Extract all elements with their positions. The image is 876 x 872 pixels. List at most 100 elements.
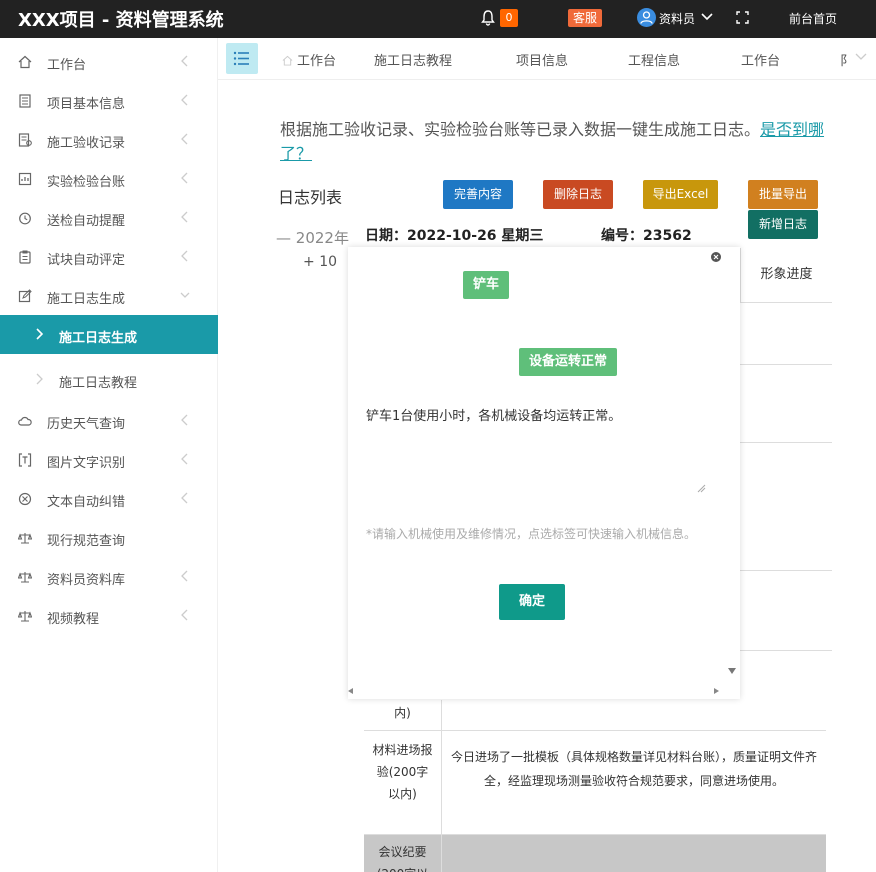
equipment-textarea[interactable]: 铲车1台使用小时，各机械设备均运转正常。 [366,405,726,424]
sidebar-item-ocr[interactable]: 图片文字识别 [0,440,218,479]
sidebar-item-label: 资料员资料库 [47,573,126,588]
row-label: 材料进场报验(200字以内) [364,731,442,835]
tab-project-info[interactable]: 项目信息 [516,50,568,69]
batch-export-button[interactable]: 批量导出 [748,180,818,209]
sidebar-item-label: 文本自动纠错 [47,495,126,510]
table-divider [740,570,832,571]
chevron-left-icon [181,211,188,223]
table-divider [740,650,832,651]
delete-log-button[interactable]: 删除日志 [543,180,613,209]
home-icon [282,55,293,66]
sidebar-item-log-generation[interactable]: 施工日志生成 [0,276,218,315]
resize-handle-icon[interactable] [696,483,706,493]
intro-description: 根据施工验收记录、实验检验台账等已录入数据一键生成施工日志。 [280,120,761,139]
equipment-dialog: 铲车 设备运转正常 铲车1台使用小时，各机械设备均运转正常。 *请输入机械使用及… [348,247,740,699]
scroll-left-icon[interactable] [348,688,353,694]
sidebar-item-label: 图片文字识别 [47,456,126,471]
sidebar-item-standards[interactable]: 现行规范查询 [0,518,218,557]
row-label: 内) [364,700,442,730]
chevron-left-icon [181,55,188,67]
progress-column-header: 形象进度 [740,248,832,302]
clock-icon [19,212,31,225]
list-icon [19,94,31,108]
chevron-left-icon [181,172,188,184]
row-value[interactable]: 今日进场了一批模板（具体规格数量详见材料台账），质量证明文件齐全，经监理现场测量… [442,731,826,807]
notification-count: 0 [500,9,518,27]
sidebar: 工作台 项目基本信息 施工验收记录 实验检验台账 送检自动提醒 试块自动评定 施… [0,38,218,872]
cloud-icon [18,416,32,426]
sidebar-item-label: 项目基本信息 [47,97,126,112]
sidebar-item-test-ledger[interactable]: 实验检验台账 [0,159,218,198]
sidebar-item-label: 视频教程 [47,612,100,627]
chevron-left-icon [181,453,188,465]
chevron-left-icon [181,414,188,426]
sidebar-item-label: 实验检验台账 [47,175,126,190]
scroll-right-icon[interactable] [714,688,719,694]
service-button[interactable]: 客服 [568,9,603,27]
sidebar-item-text-correction[interactable]: 文本自动纠错 [0,479,218,518]
tab-workbench-2[interactable]: 工作台 [741,50,780,69]
chevron-right-icon [36,328,44,340]
sidebar-item-label: 工作台 [47,58,87,73]
sidebar-item-log-tutorial[interactable]: 施工日志教程 [0,360,218,399]
sidebar-item-label: 现行规范查询 [47,534,126,549]
sidebar-item-library[interactable]: 资料员资料库 [0,557,218,596]
ocr-icon [18,453,32,467]
front-home-link[interactable]: 前台首页 [789,10,837,27]
table-divider [740,442,832,443]
edit-icon [18,289,32,303]
tree-node-month[interactable]: + 10 [303,254,337,270]
scale-icon [18,611,32,622]
confirm-button[interactable]: 确定 [499,584,565,620]
log-code: 编号：23562 [601,228,692,244]
input-hint: *请输入机械使用及维修情况，点选标签可快速输入机械信息。 [366,527,697,541]
sidebar-item-label: 送检自动提醒 [47,214,126,229]
menu-toggle-button[interactable] [226,43,258,74]
chevron-down-icon[interactable] [854,50,868,62]
sidebar-item-inspection-reminder[interactable]: 送检自动提醒 [0,198,218,237]
app-title: XXX项目 - 资料管理系统 [18,10,224,31]
tab-overflow[interactable]: 阝 [840,50,853,69]
close-icon[interactable] [710,251,722,263]
home-icon [18,55,32,69]
sidebar-item-video[interactable]: 视频教程 [0,596,218,635]
bell-icon[interactable] [480,9,496,27]
tag-loader[interactable]: 铲车 [463,271,510,299]
scroll-down-icon[interactable] [728,668,736,674]
sidebar-item-acceptance-record[interactable]: 施工验收记录 [0,120,218,159]
scale-icon [18,533,32,544]
sidebar-item-block-evaluation[interactable]: 试块自动评定 [0,237,218,276]
chevron-left-icon [181,94,188,106]
log-date: 日期：2022-10-26 星期三 [365,228,544,244]
table-divider [740,302,832,303]
scale-icon [18,572,32,583]
sidebar-item-label: 施工日志生成 [59,331,138,346]
sidebar-item-label: 历史天气查询 [47,417,126,432]
export-excel-button[interactable]: 导出Excel [643,180,718,209]
sidebar-item-project-info[interactable]: 项目基本信息 [0,81,218,120]
fullscreen-icon[interactable] [736,11,749,24]
chevron-right-icon [36,373,43,385]
tab-workbench[interactable]: 工作台 [282,50,336,69]
intro-text: 根据施工验收记录、实验检验台账等已录入数据一键生成施工日志。是否到哪了？ [280,118,830,166]
row-label: 会议纪要(200字以 [364,835,442,872]
chevron-down-icon[interactable] [701,12,713,22]
complete-content-button[interactable]: 完善内容 [443,180,513,209]
table-row: 会议纪要(200字以 [364,834,826,872]
user-name[interactable]: 资料员 [659,10,695,27]
table-divider [740,364,832,365]
tab-log-tutorial[interactable]: 施工日志教程 [374,50,452,69]
tree-node-year[interactable]: — 2022年 [276,227,349,248]
tag-equipment-ok[interactable]: 设备运转正常 [519,348,618,376]
sidebar-item-workbench[interactable]: 工作台 [0,42,218,81]
new-log-button[interactable]: 新增日志 [748,210,818,239]
user-avatar-icon[interactable] [637,8,656,27]
tab-engineering-info[interactable]: 工程信息 [628,50,680,69]
sidebar-item-weather[interactable]: 历史天气查询 [0,401,218,440]
table-row: 内) [364,700,826,730]
doc-icon [18,133,32,147]
report-icon [18,172,32,186]
clipboard-icon [19,250,31,264]
sidebar-item-log-generation-sub[interactable]: 施工日志生成 [0,315,218,354]
chevron-left-icon [181,250,188,262]
